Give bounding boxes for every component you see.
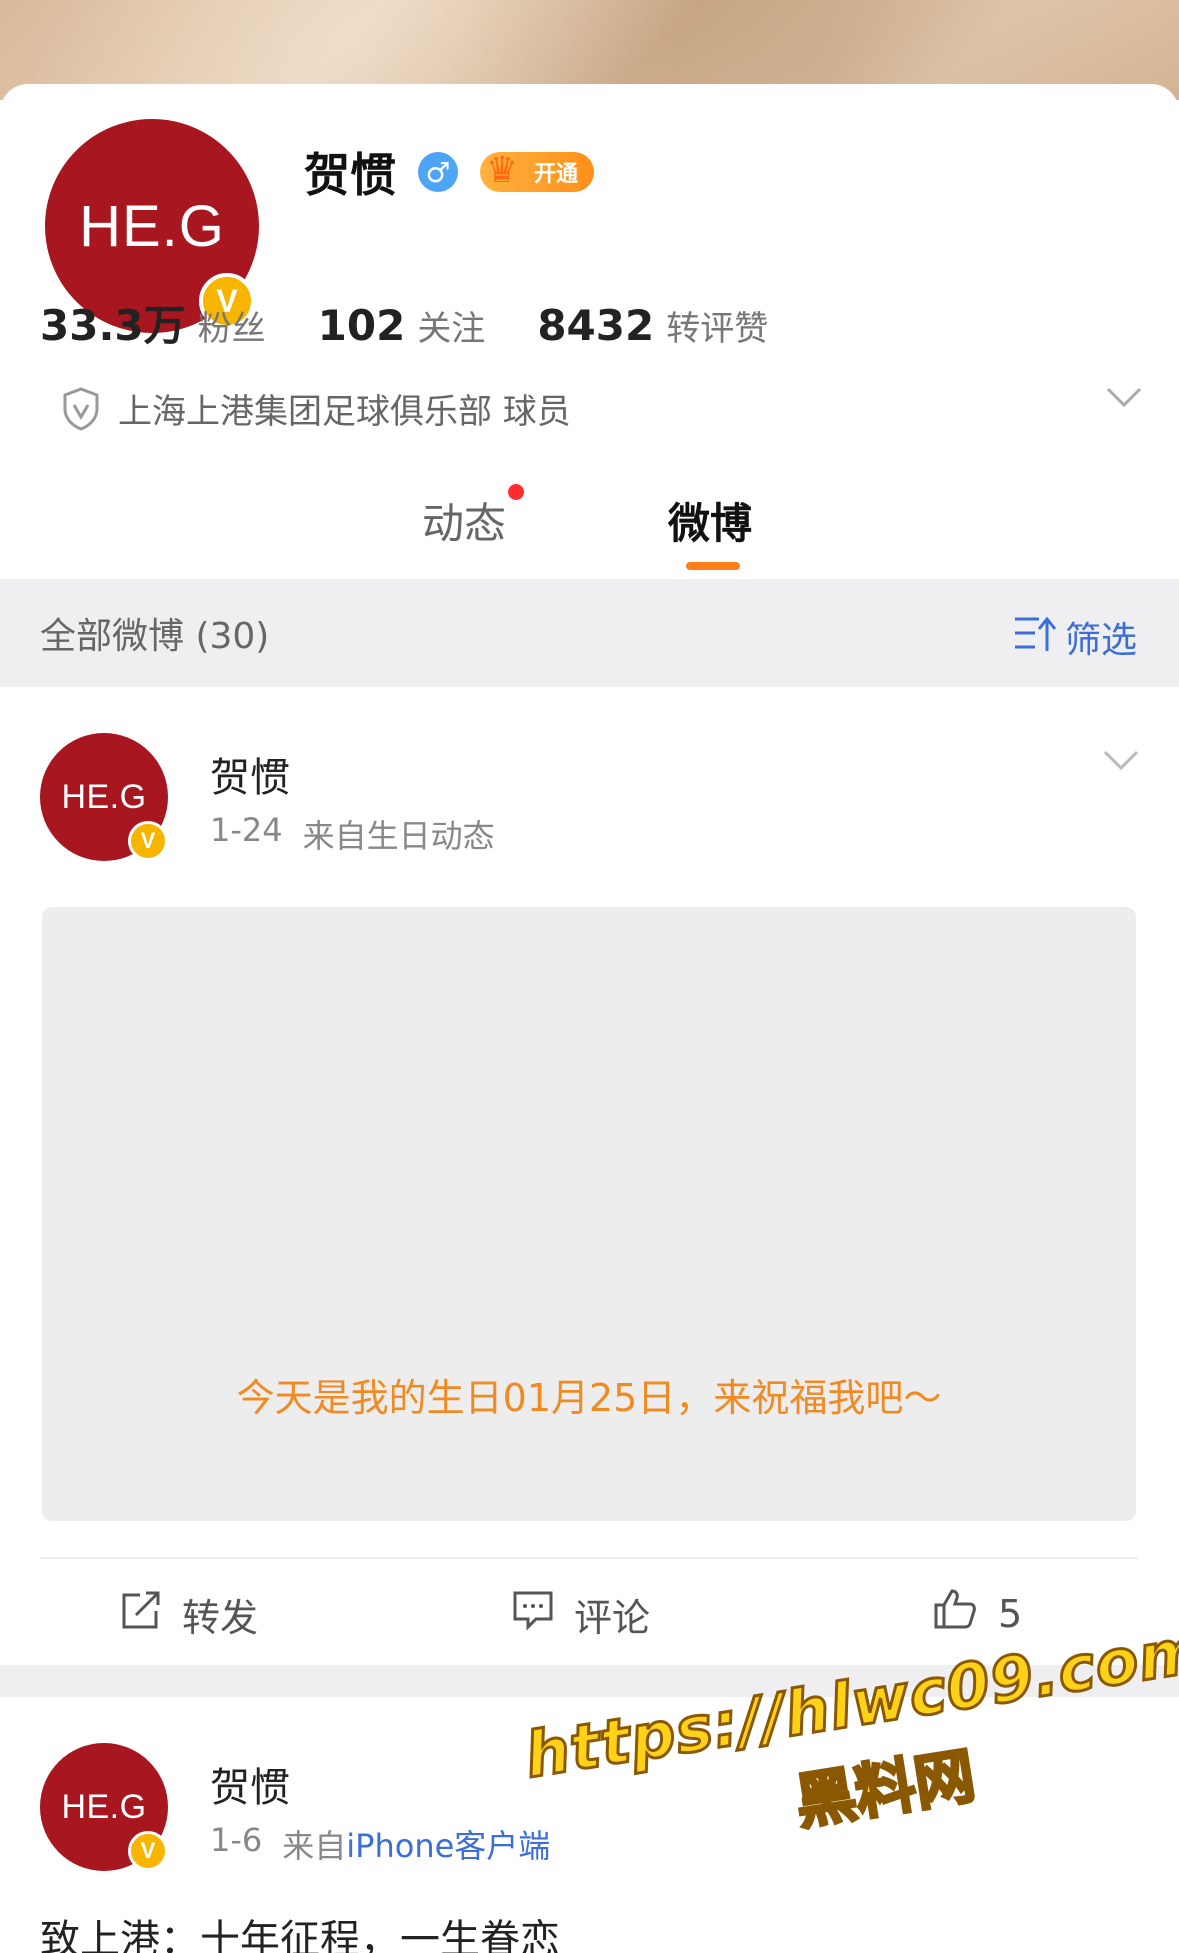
like-count: 5 [998,1591,1023,1636]
tab-label: 动态 [422,499,507,548]
male-icon: ♂ [418,152,458,192]
filter-button[interactable]: 筛选 [1013,611,1137,663]
tab-dynamic[interactable]: 动态 [422,484,525,551]
stat-label: 粉丝 [197,309,266,349]
stat-number: 33.3万 [40,301,186,350]
profile-name: 贺惯 [304,148,396,202]
post-text: 致上港：十年征程，一生眷恋 [40,1917,560,1953]
post-date: 1-6 [210,1821,263,1859]
comment-icon [512,1589,554,1640]
active-tab-indicator [686,562,740,570]
post-avatar[interactable]: HE.G V [40,1743,168,1871]
birthday-card[interactable]: 今天是我的生日01月25日，来祝福我吧～ [42,907,1136,1521]
stat-number: 8432 [537,301,655,350]
vip-label: 开通 [534,162,579,187]
source-prefix: 来自 [282,1827,347,1865]
filter-icon [1013,613,1057,662]
verification-text: 上海上港集团足球俱乐部 球员 [118,392,571,432]
avatar-logo: HE.G [79,193,225,259]
profile-tabs: 动态 微博 [0,470,1179,580]
post-meta: 1-24 来自生日动态 [210,811,495,857]
name-row: 贺惯 ♂ ♛ 开通 [304,139,595,205]
post-card: HE.G V 贺惯 1-24 来自生日动态 今天是我的生日01月25日，来祝福我… [0,687,1179,1665]
vip-open-button[interactable]: ♛ 开通 [480,150,595,192]
notification-dot [508,484,525,500]
comment-label: 评论 [574,1596,651,1640]
profile-card: HE.G V 贺惯 ♂ ♛ 开通 33.3万 粉丝 102 关注 8432 转评… [0,84,1179,579]
comment-button[interactable]: 评论 [512,1587,650,1642]
stat-label: 关注 [417,309,486,349]
shield-icon [62,386,100,431]
crown-icon: ♛ [485,149,519,191]
verification-info-row[interactable]: 上海上港集团足球俱乐部 球员 [62,384,1142,433]
thumbs-up-icon [932,1587,978,1640]
repost-button[interactable]: 转发 [120,1587,258,1642]
stat-number: 102 [317,301,406,350]
profile-stats: 33.3万 粉丝 102 关注 8432 转评赞 [40,292,768,353]
post-author[interactable]: 贺惯 [210,1755,290,1813]
tab-label: 微博 [668,499,753,548]
post-source: 来自 iPhone客户端 [282,1821,550,1867]
all-posts-count: 全部微博 (30) [40,616,270,657]
post-actions: 转发 评论 5 [0,1559,1179,1665]
repost-label: 转发 [182,1596,259,1640]
post-avatar[interactable]: HE.G V [40,733,168,861]
stat-followers[interactable]: 33.3万 粉丝 [40,292,266,353]
stat-label: 转评赞 [666,309,769,349]
post-source: 来自生日动态 [302,817,495,855]
filter-label: 筛选 [1064,620,1137,661]
post-separator [0,1665,1179,1697]
verified-icon: V [128,821,168,861]
post-meta: 1-6 来自 iPhone客户端 [210,1821,550,1867]
post-author[interactable]: 贺惯 [210,745,290,803]
avatar-logo: HE.G [61,1787,147,1826]
filter-bar: 全部微博 (30) 筛选 [0,579,1179,687]
birthday-text: 今天是我的生日01月25日，来祝福我吧～ [236,1376,942,1420]
avatar-logo: HE.G [61,777,147,816]
source-client-link[interactable]: iPhone客户端 [346,1821,550,1867]
verified-icon: V [128,1831,168,1871]
post-date: 1-24 [210,811,283,849]
stat-following[interactable]: 102 关注 [318,301,486,350]
stat-interactions[interactable]: 8432 转评赞 [537,301,768,350]
post-card: HE.G V 贺惯 1-6 来自 iPhone客户端 致上港：十年征程，一生眷恋 [0,1697,1179,1953]
repost-icon [120,1589,162,1640]
chevron-down-icon[interactable] [1103,749,1139,775]
chevron-down-icon[interactable] [1106,386,1142,412]
tab-weibo[interactable]: 微博 [668,490,752,551]
like-button[interactable]: 5 [932,1587,1022,1640]
